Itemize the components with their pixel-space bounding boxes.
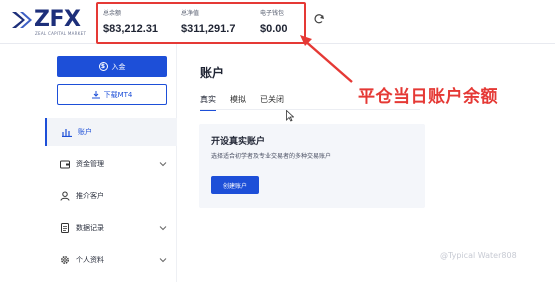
sidebar-item-referrals[interactable]: 推介客户 [45,182,177,210]
deposit-label: 入金 [111,62,126,71]
sidebar-item-label: 推介客户 [76,192,104,200]
chevron-down-icon [159,258,167,263]
mouse-cursor-icon [286,110,294,122]
page-title: 账户 [200,66,225,80]
sidebar-item-funds[interactable]: 资金管理 [45,150,177,178]
logo-text: ZFX [34,7,81,32]
sidebar-item-label: 资金管理 [76,160,104,168]
wallet-icon [60,159,70,169]
chevron-down-icon [159,226,167,231]
e-wallet-label: 电子钱包 [260,10,285,17]
tab-closed[interactable]: 已关闭 [260,94,284,110]
user-icon [60,191,70,201]
download-mt4-button[interactable]: 下载MT4 [57,84,167,105]
balance-summary-highlight: 总余额 $83,212.31 总净值 $311,291.7 电子钱包 $0.00 [96,2,306,44]
deposit-button[interactable]: $ 入金 [57,56,167,77]
logo-subtitle: ZEAL CAPITAL MARKET [35,31,87,36]
annotation-text: 平仓当日账户余额 [358,87,498,107]
main-content: 账户 真实 模拟 已关闭 开设真实账户 选择适合初学者及专业交易者的多种交易账户… [177,44,555,282]
sidebar-item-label: 数据记录 [76,224,104,232]
card-description: 选择适合初学者及专业交易者的多种交易账户 [211,153,332,160]
tabs-divider [200,109,420,110]
tab-demo[interactable]: 模拟 [230,94,246,110]
sidebar-item-label: 个人资料 [76,256,104,264]
sidebar-item-profile[interactable]: 个人资料 [45,246,177,274]
download-mt4-label: 下载MT4 [103,90,133,99]
e-wallet-value: $0.00 [260,23,288,35]
zfx-logo[interactable]: ZFX ZEAL CAPITAL MARKET [12,7,92,36]
chart-icon [62,127,72,137]
total-balance-label: 总余额 [103,10,122,17]
e-wallet: 电子钱包 $0.00 [260,8,288,35]
logo-mark-icon [12,12,32,28]
card-title: 开设真实账户 [211,137,266,147]
coin-icon: $ [98,62,108,71]
download-icon [91,90,100,98]
open-live-account-card: 开设真实账户 选择适合初学者及专业交易者的多种交易账户 创建账户 [199,124,425,208]
top-header: ZFX ZEAL CAPITAL MARKET 总余额 $83,212.31 总… [0,0,555,44]
total-balance: 总余额 $83,212.31 [103,8,158,35]
create-account-button[interactable]: 创建账户 [211,176,259,194]
refresh-icon[interactable] [313,13,325,25]
account-tabs: 真实 模拟 已关闭 [200,94,284,111]
chevron-down-icon [159,162,167,167]
document-icon [60,223,70,233]
total-equity-value: $311,291.7 [181,23,236,35]
total-equity-label: 总净值 [181,10,200,17]
sidebar-item-records[interactable]: 数据记录 [45,214,177,242]
sidebar-item-account[interactable]: 账户 [45,118,177,146]
watermark: @Typical Water808 [440,251,517,260]
total-balance-value: $83,212.31 [103,23,159,35]
gear-icon [60,255,70,265]
total-equity: 总净值 $311,291.7 [181,8,235,35]
annotation-arrow-icon [300,35,353,83]
tab-live[interactable]: 真实 [200,94,216,111]
sidebar: $ 入金 下载MT4 账户 资金管理 推介客户 数据记录 个人资料 [45,44,177,282]
sidebar-item-label: 账户 [78,128,92,136]
